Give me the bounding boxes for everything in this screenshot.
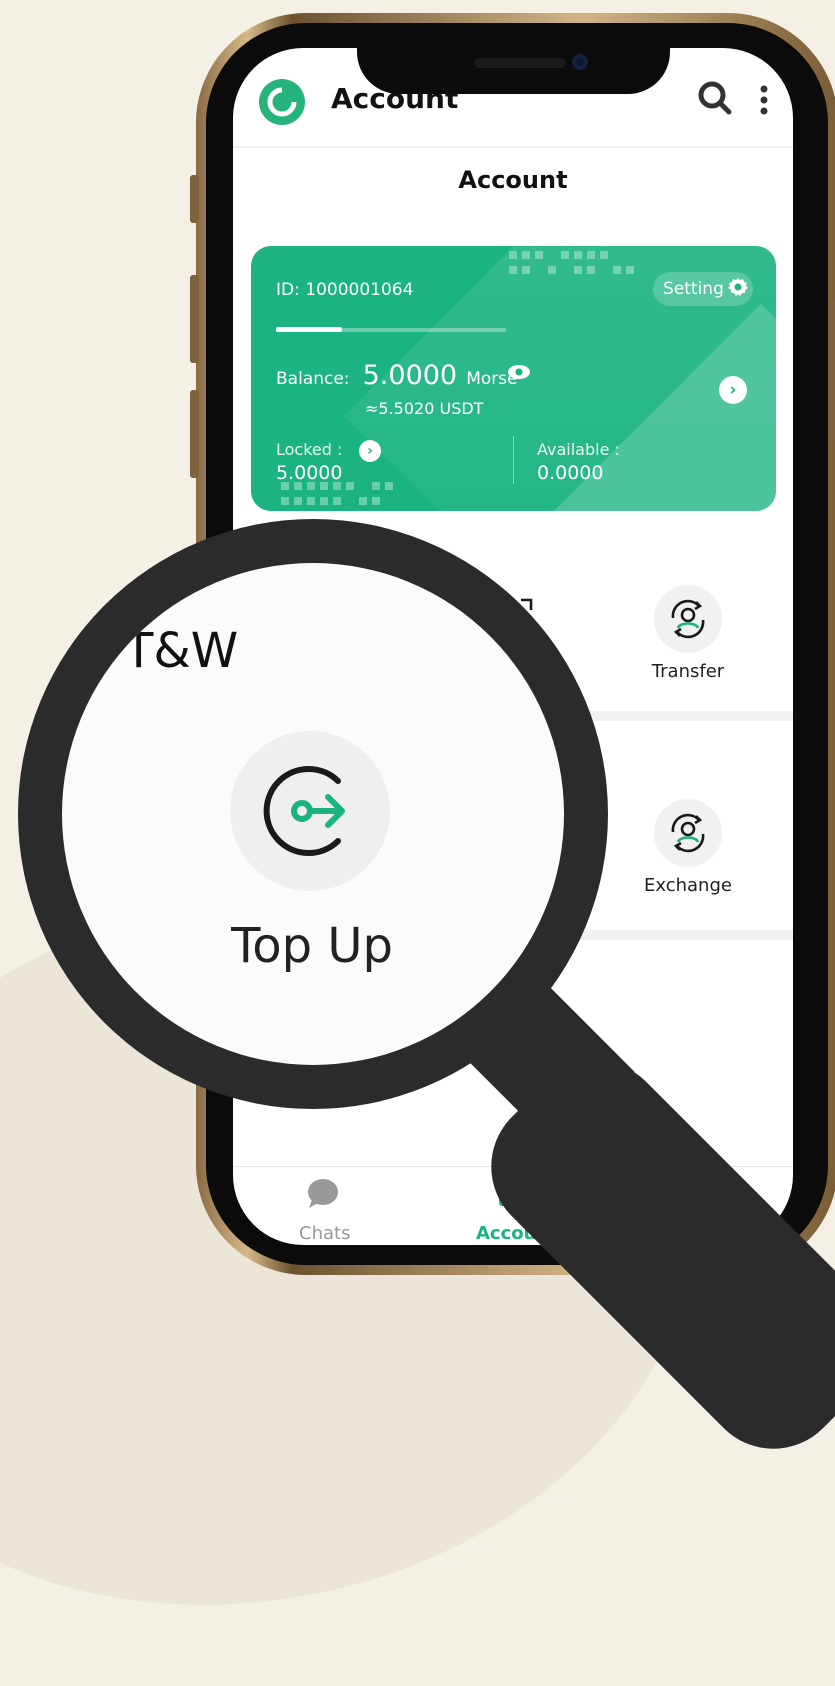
card-pixel-pattern	[509, 266, 634, 274]
search-icon[interactable]	[695, 78, 735, 122]
id-label: ID:	[276, 280, 300, 300]
id-value: 1000001064	[305, 280, 414, 300]
top-up-icon[interactable]	[230, 731, 390, 891]
top-up-label[interactable]: Top Up	[142, 918, 482, 974]
card-progress-fill	[276, 327, 342, 332]
locked-info-chevron-icon[interactable]: ›	[359, 440, 381, 462]
balance-row: Balance: 5.0000 Morse	[276, 360, 518, 391]
available-label: Available :	[537, 440, 620, 459]
nav-chats-label[interactable]: Chats	[299, 1223, 350, 1244]
locked-label: Locked :	[276, 440, 343, 459]
card-detail-chevron-icon[interactable]: ›	[719, 376, 747, 404]
available-value: 0.0000	[537, 462, 604, 484]
page-title: Account	[458, 166, 568, 194]
exchange-label[interactable]: Exchange	[618, 875, 758, 896]
balance-usdt: ≈5.5020 USDT	[365, 399, 484, 418]
chat-icon[interactable]	[306, 1178, 340, 1214]
phone-volume-up	[190, 275, 199, 363]
gear-icon	[727, 277, 748, 302]
transfer-icon[interactable]	[654, 585, 722, 653]
header-divider	[233, 146, 793, 148]
app-logo-icon	[259, 79, 305, 125]
exchange-icon[interactable]	[654, 799, 722, 867]
more-vertical-icon[interactable]	[757, 84, 771, 120]
balance-label: Balance:	[276, 369, 350, 389]
card-pixel-pattern	[281, 497, 380, 505]
account-card[interactable]: ID: 1000001064 Setting Balance: 5.0000 M…	[251, 246, 776, 511]
setting-label: Setting	[663, 279, 724, 299]
balance-value: 5.0000	[362, 360, 458, 391]
phone-mute-switch	[190, 175, 199, 223]
eye-icon[interactable]	[507, 364, 531, 384]
section-title-tw: T&W	[124, 623, 239, 679]
setting-button[interactable]: Setting	[653, 272, 753, 306]
locked-value: 5.0000	[276, 462, 343, 484]
card-id: ID: 1000001064	[276, 280, 413, 300]
phone-power-button	[830, 300, 835, 440]
transfer-label[interactable]: Transfer	[618, 661, 758, 682]
phone-speaker	[474, 58, 566, 68]
phone-camera	[572, 54, 588, 70]
phone-notch	[357, 44, 670, 94]
magnifier-lens: T&W Top Up	[62, 563, 564, 1065]
phone-volume-down	[190, 390, 199, 478]
card-pixel-pattern	[509, 251, 608, 259]
card-separator	[513, 436, 514, 484]
card-pixel-pattern	[281, 482, 393, 490]
